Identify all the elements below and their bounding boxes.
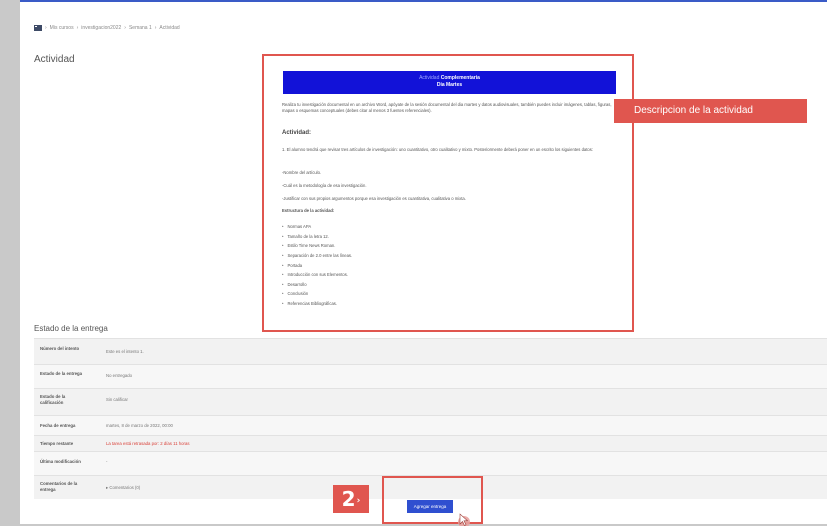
table-row: Estado de la calificación Sin calificar (34, 388, 827, 415)
breadcrumb-separator: › (124, 25, 126, 31)
banner-title: Complementaria (440, 75, 480, 81)
activity-description: Actividad Complementaria Dia Martes Real… (262, 54, 634, 332)
data-point: -Cuál es la metodología de esa investiga… (282, 183, 367, 188)
structure-list: Normas APA Tamaño de la letra 12. Estilo… (282, 222, 352, 308)
breadcrumb-item-week[interactable]: Semana 1 (129, 25, 152, 31)
table-row: Tiempo restante La tarea está retrasada … (34, 435, 827, 451)
breadcrumb: › Mis cursos › investigacion2022 › Seman… (34, 25, 180, 31)
row-label: Número del intento (40, 346, 80, 351)
description-callout: Descripcion de la actividad (614, 99, 807, 123)
list-item: Normas APA (282, 222, 352, 232)
banner-prefix: Actividad (419, 75, 440, 81)
row-label: Estado de la calificación (40, 394, 66, 405)
callout-label: Descripcion de la actividad (634, 105, 753, 116)
list-item: Desarrollo (282, 280, 352, 290)
breadcrumb-item-courses[interactable]: Mis cursos (50, 25, 74, 31)
table-row: Última modificación - (34, 451, 827, 475)
page-title: Actividad (34, 54, 75, 65)
list-item: Conclusión (282, 289, 352, 299)
row-label: Fecha de entrega (40, 423, 76, 428)
activity-section-title: Actividad: (282, 130, 312, 136)
breadcrumb-separator: › (154, 25, 157, 31)
submission-status-title: Estado de la entrega (34, 324, 108, 333)
row-value: Este es el intento 1. (106, 349, 144, 354)
row-value: No entregado (106, 373, 133, 378)
activity-intro: Realiza tu investigación documental en u… (282, 102, 612, 113)
step-arrow-icon: › (356, 495, 361, 506)
step-number: 2 (341, 487, 356, 511)
comments-label: Comentarios (0) (109, 485, 141, 490)
row-label: Estado de la entrega (40, 371, 83, 376)
step-badge: 2› (333, 485, 369, 513)
dashboard-icon[interactable] (34, 25, 42, 31)
list-item: Tamaño de la letra 12. (282, 232, 352, 242)
table-row: Fecha de entrega martes, 8 de marzo de 2… (34, 415, 827, 435)
row-value: Sin calificar (106, 397, 128, 402)
list-item: Portada (282, 260, 352, 270)
breadcrumb-separator: › (45, 25, 47, 31)
overdue-text: La tarea está retrasada por: 2 días 11 h… (106, 441, 190, 446)
list-item: Introducción con sus Elementos. (282, 270, 352, 280)
breadcrumb-separator: › (76, 25, 79, 31)
click-cursor-icon (458, 513, 470, 526)
breadcrumb-item-course[interactable]: investigacion2022 (81, 25, 121, 31)
structure-title: Estructura de la actividad: (282, 208, 335, 213)
row-value: martes, 8 de marzo de 2022, 00:00 (106, 423, 173, 428)
add-submission-button[interactable]: Agregar entrega (407, 500, 453, 513)
page-content: › Mis cursos › investigacion2022 › Seman… (20, 0, 827, 524)
chevron-right-icon: ▸ (106, 485, 109, 490)
table-row: Número del intento Este es el intento 1. (34, 338, 827, 364)
comments-link[interactable]: ▸ Comentarios (0) (106, 485, 140, 491)
table-row: Estado de la entrega No entregado (34, 364, 827, 388)
data-point: -Justificar con sus propios argumentos p… (282, 196, 466, 201)
list-item: Referencias Bibliográficas. (282, 299, 352, 309)
activity-instruction: 1. El alumno tendrá que revisar tres art… (282, 147, 593, 152)
row-label: Comentarios de la entrega (40, 481, 78, 492)
banner-subtitle: Dia Martes (436, 82, 463, 88)
activity-banner: Actividad Complementaria Dia Martes (283, 71, 616, 94)
data-point: -Nombre del artículo. (282, 170, 322, 175)
list-item: Estilo Time News Roman. (282, 241, 352, 251)
row-label: Última modificación (40, 459, 81, 464)
breadcrumb-item-activity[interactable]: Actividad (159, 25, 179, 31)
row-value: - (106, 459, 108, 464)
row-label: Tiempo restante (40, 441, 74, 446)
list-item: Separación de 2.0 entre las líneas. (282, 251, 352, 261)
